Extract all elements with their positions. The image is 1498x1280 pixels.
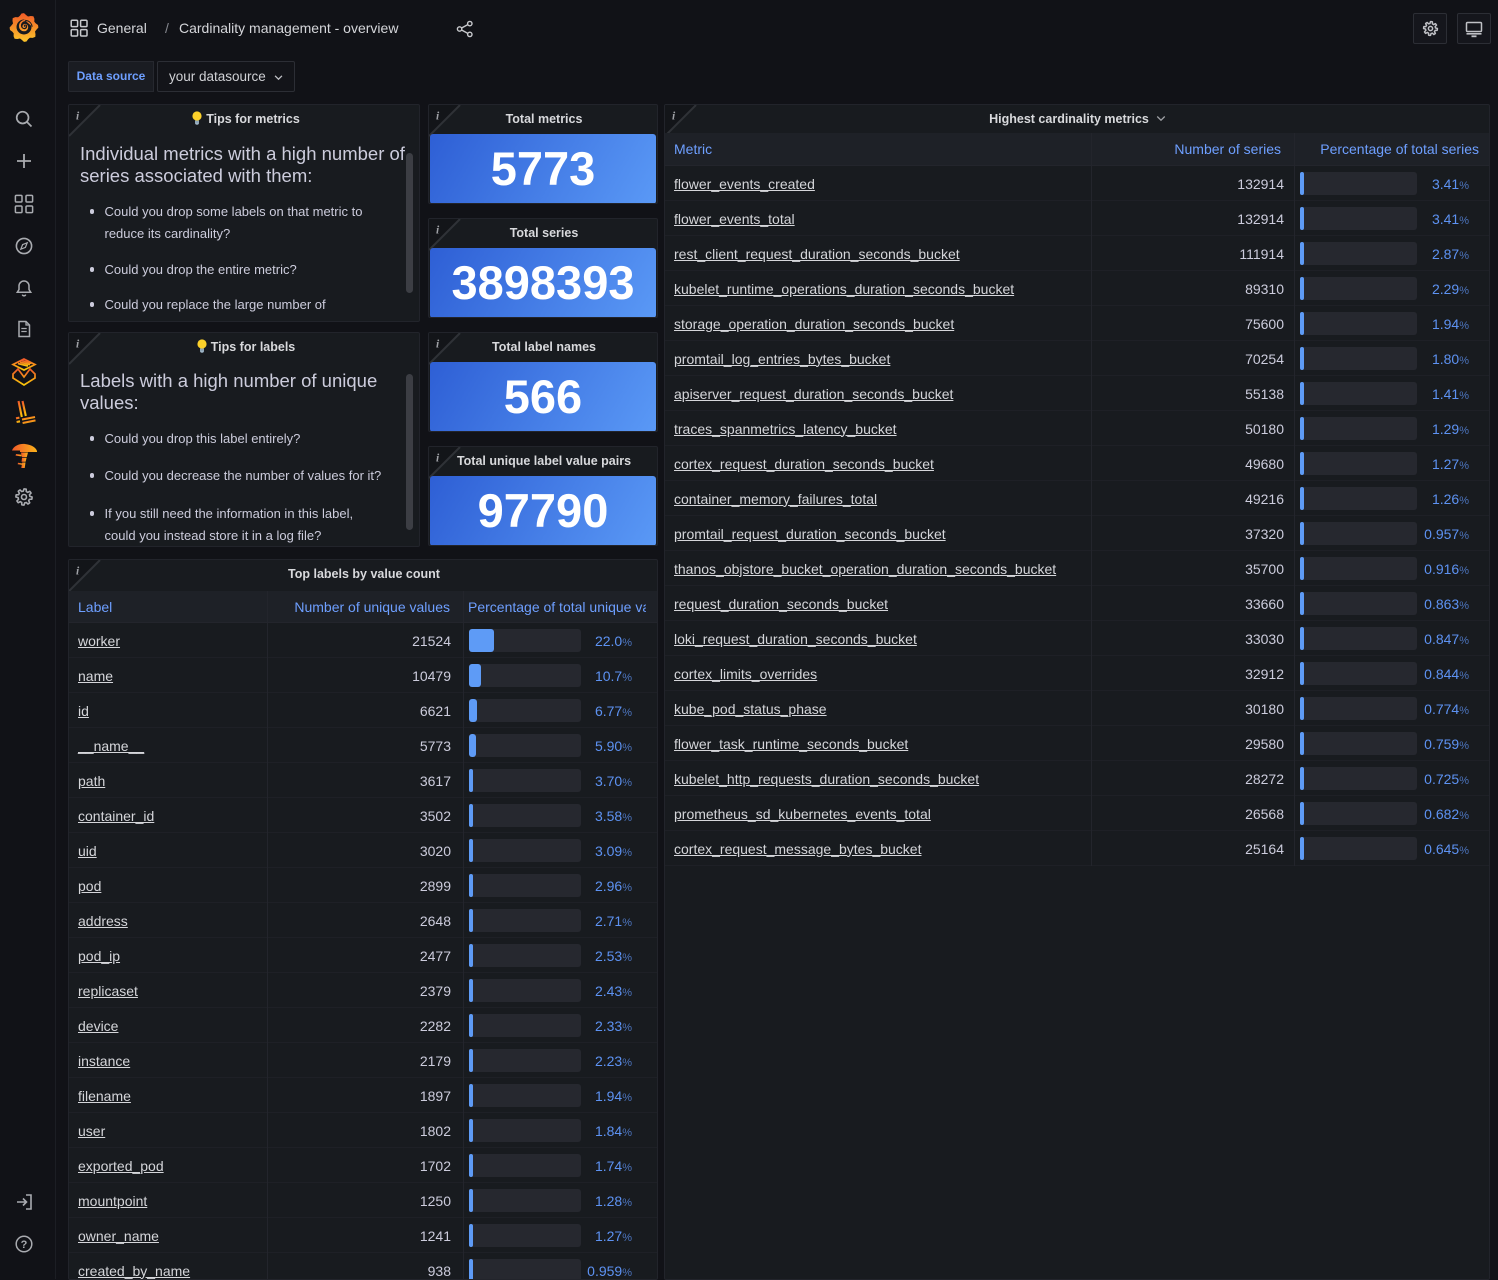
svg-text:?: ?: [21, 1239, 28, 1251]
